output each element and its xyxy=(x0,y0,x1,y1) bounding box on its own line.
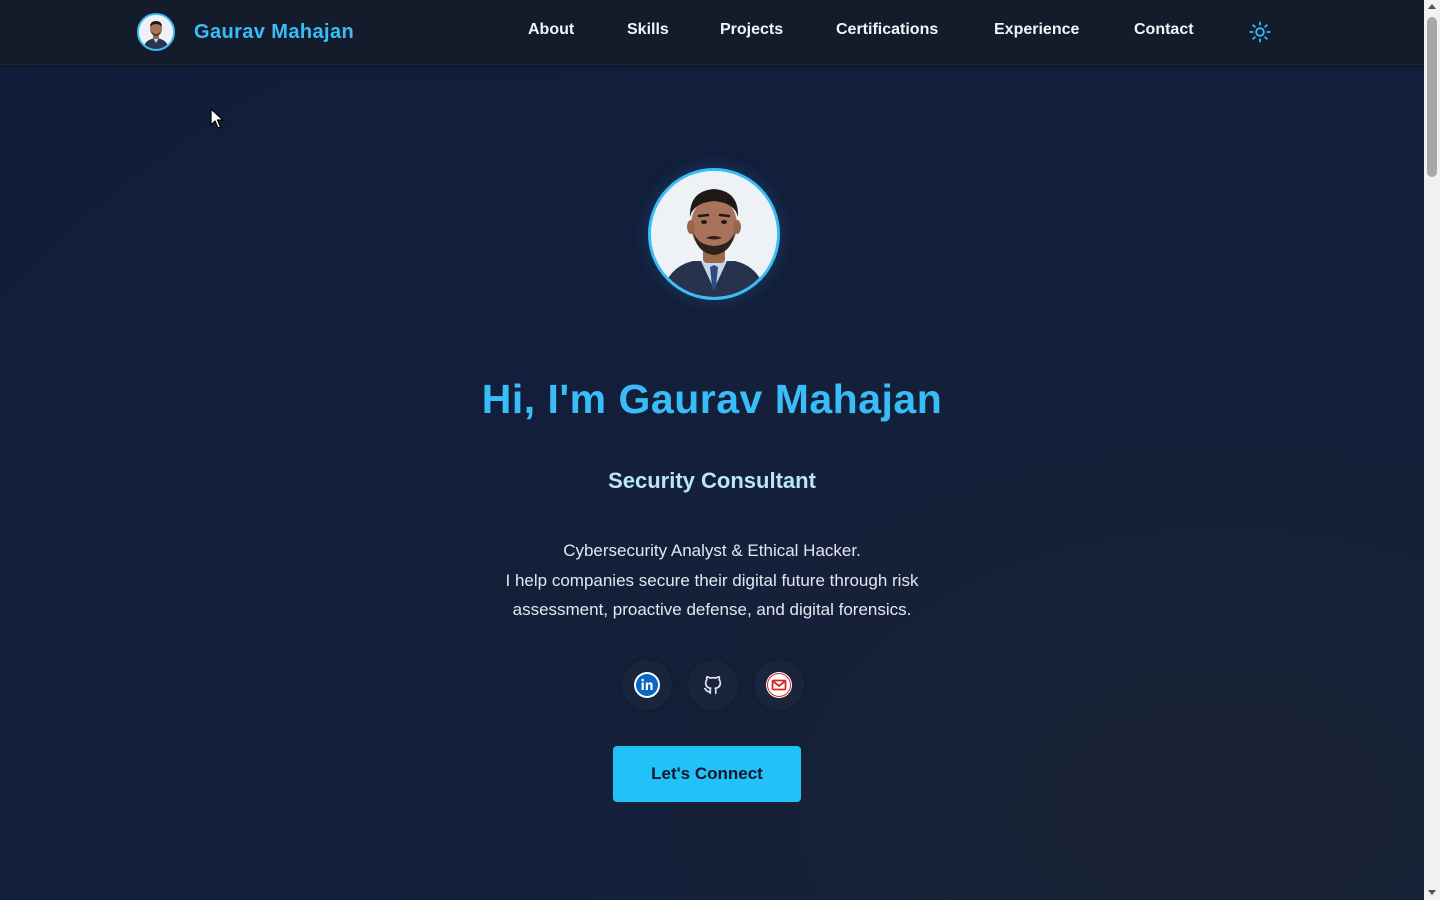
nav-link-certifications[interactable]: Certifications xyxy=(836,21,938,39)
hero-description: Cybersecurity Analyst & Ethical Hacker. … xyxy=(462,536,962,625)
linkedin-icon xyxy=(634,672,660,698)
nav-link-experience[interactable]: Experience xyxy=(994,21,1079,39)
page-scrollbar[interactable] xyxy=(1424,0,1440,900)
github-icon xyxy=(703,675,722,695)
mouse-cursor-icon xyxy=(210,108,224,129)
email-icon xyxy=(766,672,792,698)
nav-link-skills[interactable]: Skills xyxy=(627,21,669,39)
theme-toggle-button[interactable] xyxy=(1246,18,1274,46)
scroll-down-arrow-icon[interactable] xyxy=(1428,890,1436,895)
sun-icon xyxy=(1249,21,1271,43)
hero-description-line: assessment, proactive defense, and digit… xyxy=(512,600,912,619)
hero-title: Hi, I'm Gaurav Mahajan xyxy=(481,376,943,422)
scrollbar-thumb[interactable] xyxy=(1427,17,1437,177)
brand-link[interactable]: Gaurav Mahajan xyxy=(137,13,354,51)
lets-connect-button[interactable]: Let's Connect xyxy=(613,746,801,802)
brand-name: Gaurav Mahajan xyxy=(194,20,355,43)
hero-description-line: I help companies secure their digital fu… xyxy=(505,570,919,590)
linkedin-link[interactable] xyxy=(622,660,672,710)
scroll-up-arrow-icon[interactable] xyxy=(1428,4,1436,9)
github-link[interactable] xyxy=(688,660,738,710)
profile-avatar-small xyxy=(137,13,175,51)
hero-description-line: Cybersecurity Analyst & Ethical Hacker. xyxy=(563,541,861,560)
social-links xyxy=(622,660,802,710)
navbar: Gaurav Mahajan About Skills Projects Cer… xyxy=(0,0,1424,65)
hero-role: Security Consultant xyxy=(608,468,816,493)
nav-link-about[interactable]: About xyxy=(528,21,574,39)
email-link[interactable] xyxy=(754,660,804,710)
profile-photo xyxy=(648,168,780,300)
nav-link-contact[interactable]: Contact xyxy=(1134,21,1194,39)
nav-link-projects[interactable]: Projects xyxy=(720,21,783,39)
